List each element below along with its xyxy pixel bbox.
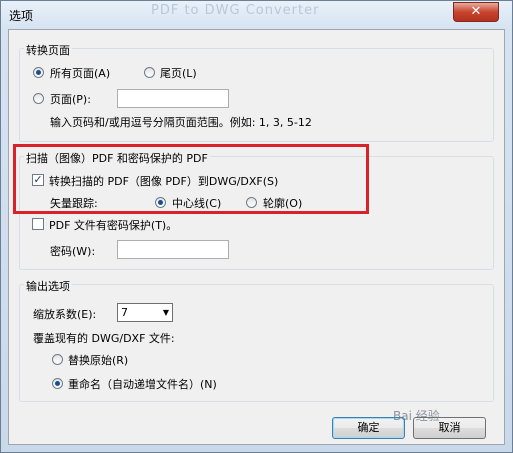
rename-label[interactable]: 重命名（自动递增文件名）(N): [68, 376, 217, 392]
scale-label: 缩放系数(E):: [33, 308, 97, 321]
dialog-body: 转换页面 所有页面(A) 尾页(L) 页面(P): 输入页码和/或用逗号分隔页面…: [8, 29, 505, 445]
watermark: Bai 经验: [393, 409, 440, 423]
pages-hint: 输入页码和/或用逗号分隔页面范围。例如: 1, 3, 5-12: [50, 116, 312, 129]
overwrite-label: 覆盖现有的 DWG/DXF 文件:: [33, 332, 175, 345]
pages-label[interactable]: 页面(P):: [50, 91, 91, 107]
close-button[interactable]: ✕: [453, 2, 499, 22]
last-page-label[interactable]: 尾页(L): [160, 65, 197, 81]
scale-select[interactable]: 7 ▼: [117, 303, 173, 322]
scale-select-value: 7: [121, 306, 128, 319]
rename-radio[interactable]: [52, 378, 63, 389]
password-input[interactable]: [117, 240, 229, 259]
chevron-down-icon: ▼: [162, 308, 169, 317]
convert-scanned-label[interactable]: 转换扫描的 PDF（图像 PDF）到DWG/DXF(S): [49, 173, 278, 189]
outline-label[interactable]: 轮廓(O): [263, 195, 302, 211]
replace-radio[interactable]: [52, 354, 63, 365]
replace-label[interactable]: 替换原始(R): [68, 352, 128, 368]
password-label: 密码(W):: [50, 245, 96, 258]
background-window-title: PDF to DWG Converter: [151, 3, 320, 18]
pages-radio[interactable]: [33, 93, 44, 104]
centerline-radio[interactable]: [155, 197, 166, 208]
centerline-label[interactable]: 中心线(C): [172, 195, 221, 211]
vector-trace-label: 矢量跟踪:: [50, 197, 98, 210]
scanned-pdf-title: 扫描（图像）PDF 和密码保护的 PDF: [24, 150, 210, 166]
convert-scanned-checkbox[interactable]: ✓: [32, 174, 44, 186]
title-bar[interactable]: 选项 PDF to DWG Converter ✕: [1, 1, 512, 29]
last-page-radio[interactable]: [144, 67, 155, 78]
options-dialog: 选项 PDF to DWG Converter ✕ 转换页面 所有页面(A) 尾…: [0, 0, 513, 453]
pages-input[interactable]: [117, 89, 229, 108]
output-options-title: 输出选项: [24, 278, 72, 294]
password-protected-checkbox[interactable]: [32, 218, 44, 230]
all-pages-radio[interactable]: [33, 67, 44, 78]
all-pages-label[interactable]: 所有页面(A): [50, 65, 110, 81]
window-title: 选项: [9, 9, 34, 23]
close-icon: ✕: [470, 4, 482, 19]
convert-pages-title: 转换页面: [24, 42, 72, 58]
outline-radio[interactable]: [246, 197, 257, 208]
password-protected-label[interactable]: PDF 文件有密码保护(T)。: [49, 217, 177, 233]
